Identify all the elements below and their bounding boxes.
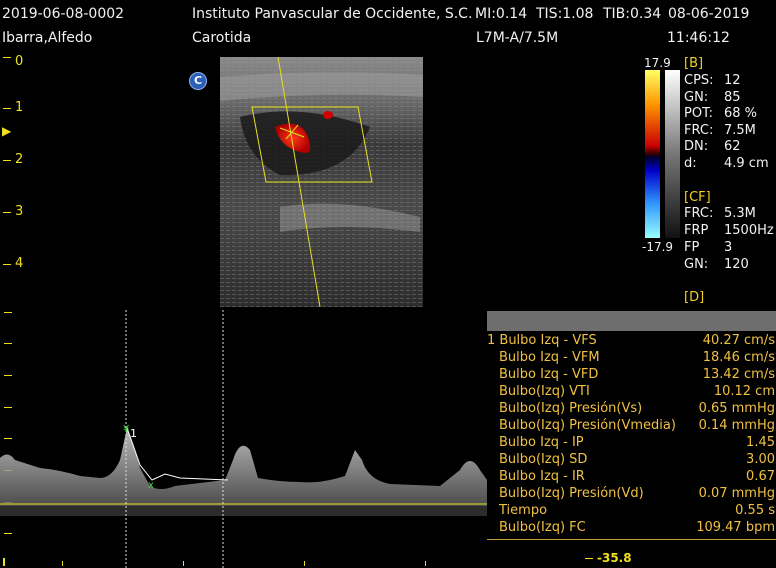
param-row: FRC: 7.5M: [684, 122, 756, 138]
measurement-row: Bulbo Izq - VFM 18.46 cm/s: [499, 350, 775, 365]
measurement-row: Bulbo(Izq) Presión(Vd) 0.07 mmHg: [499, 486, 775, 501]
study-id: 2019-06-08-0002: [2, 6, 125, 22]
time-tick: [3, 558, 5, 566]
institution-name: Instituto Panvascular de Occidente, S.C.: [192, 6, 473, 22]
bmode-params: CPS: 12 GN: 85 POT: 68 % FRC: 7.5M DN: 62 d: 4…: [684, 73, 769, 172]
param-row: GN: 85: [684, 89, 741, 105]
measurement-row: Bulbo Izq - IR 0.67: [499, 469, 775, 484]
measurement-panel: 1 Bulbo Izq - VFS 40.27 cm/s Bulbo Izq - …: [487, 333, 776, 539]
exam-type: Carotida: [192, 30, 252, 46]
spectral-reverse-flow: [0, 506, 487, 516]
tis-index: TIS:1.08: [536, 6, 594, 22]
focus-marker-icon[interactable]: ▶: [2, 124, 11, 138]
tib-index: TIB:0.34: [603, 6, 662, 22]
depth-tick: [3, 264, 11, 265]
grayscale-bar: [665, 70, 680, 238]
measurement-row: Bulbo(Izq) Presión(Vmedia) 0.14 mmHg: [499, 418, 775, 433]
param-row: DN: 62: [684, 139, 741, 154]
measurement-panel-divider: [487, 539, 776, 540]
spectral-waveform: [0, 428, 487, 506]
time-tick: [62, 561, 63, 566]
param-row: CPS: 12: [684, 73, 741, 88]
time-tick: [425, 561, 426, 566]
param-row: GN: 120: [684, 257, 749, 272]
color-flow-region: [323, 111, 333, 119]
time-tick: [183, 561, 184, 566]
depth-tick: [3, 57, 11, 58]
probe-id: L7M-A/7.5M: [476, 30, 559, 46]
measurement-row: Bulbo(Izq) Presión(Vs) 0.65 mmHg: [499, 401, 775, 416]
param-row: d: 4.9 cm: [684, 155, 769, 171]
depth-label: 4: [15, 256, 24, 271]
depth-label: 2: [15, 152, 24, 167]
depth-label: 1: [15, 100, 24, 115]
depth-tick: [3, 108, 11, 109]
doppler-spectrum[interactable]: ¥ x: [0, 310, 487, 568]
end-diastolic-marker[interactable]: x: [148, 480, 154, 491]
bmode-section-title: [B]: [684, 56, 704, 71]
mi-index: MI:0.14: [475, 6, 528, 22]
time-tick: [304, 561, 305, 566]
measurement-row: Tiempo 0.55 s: [499, 503, 775, 518]
depth-label: 3: [15, 204, 24, 219]
bmode-image[interactable]: [220, 57, 423, 307]
param-row: FRC: 5.3M: [684, 206, 756, 221]
color-scale-min: -17.9: [642, 240, 674, 254]
velocity-scale-min-tick: [585, 558, 593, 559]
cursor-label: 1: [130, 427, 137, 440]
peak-systolic-marker[interactable]: ¥: [123, 424, 129, 435]
measurement-row: 1 Bulbo Izq - VFS 40.27 cm/s: [487, 333, 775, 348]
velocity-scale-min: -35.8: [597, 551, 632, 565]
depth-tick: [3, 212, 11, 213]
param-row: POT: 68 %: [684, 106, 758, 121]
depth-tick: [3, 160, 11, 161]
exam-time: 11:46:12: [667, 30, 730, 46]
color-velocity-bar: [645, 70, 660, 238]
cf-params: FRC: 5.3M FRP 1500Hz FP 3 GN: 120: [684, 206, 774, 274]
depth-scale: 0 1 ▶ 2 3 4: [0, 52, 30, 302]
measurement-panel-header: [487, 311, 776, 331]
param-row: FP 3: [684, 240, 733, 255]
depth-label: 0: [15, 54, 24, 69]
patient-name: Ibarra,Alfedo: [2, 30, 93, 46]
param-row: FRP 1500Hz: [684, 223, 774, 238]
cf-section-title: [CF]: [684, 190, 711, 205]
doppler-section-title: [D]: [684, 290, 705, 305]
exam-date: 08-06-2019: [668, 6, 750, 22]
measurement-row: Bulbo Izq - VFD 13.42 cm/s: [499, 367, 775, 382]
measurement-row: Bulbo(Izq) FC 109.47 bpm: [499, 520, 775, 535]
color-mode-badge[interactable]: C: [189, 72, 207, 90]
measurement-row: Bulbo Izq - IP 1.45: [499, 435, 775, 450]
measurement-row: Bulbo(Izq) SD 3.00: [499, 452, 775, 467]
color-scale-max: 17.9: [644, 56, 671, 70]
measurement-row: Bulbo(Izq) VTI 10.12 cm: [499, 384, 775, 399]
